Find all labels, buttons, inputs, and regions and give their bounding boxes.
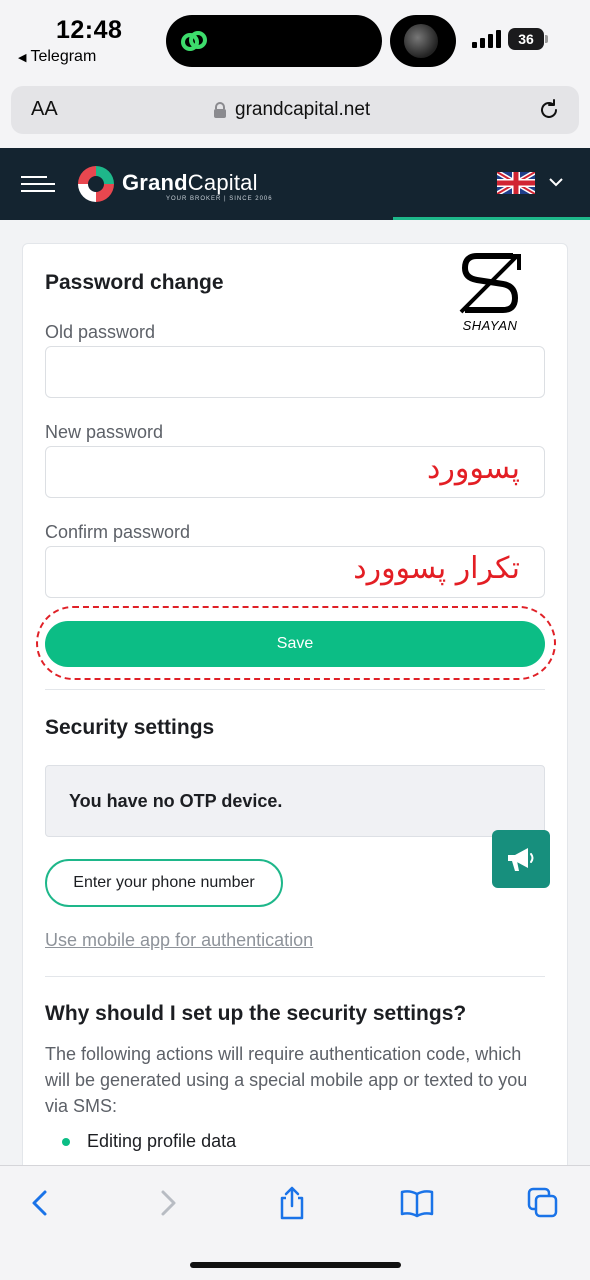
save-button[interactable]: Save	[45, 621, 545, 667]
old-password-input[interactable]	[45, 346, 545, 398]
enter-phone-button[interactable]: Enter your phone number	[45, 859, 283, 907]
announcement-button[interactable]	[492, 830, 550, 888]
site-header: GrandCapital YOUR BROKER | SINCE 2006	[0, 148, 590, 220]
share-icon[interactable]	[275, 1186, 309, 1220]
password-change-title: Password change	[45, 271, 224, 294]
new-password-input[interactable]: پسوورد	[45, 446, 545, 498]
mobile-app-auth-link[interactable]: Use mobile app for authentication	[45, 930, 313, 951]
tabs-icon[interactable]	[526, 1186, 560, 1220]
browser-toolbar	[0, 1165, 590, 1280]
now-playing-island[interactable]	[390, 15, 456, 67]
brand-name-light: Capital	[187, 170, 258, 195]
confirm-password-label: Confirm password	[45, 522, 191, 542]
lock-icon	[214, 102, 226, 118]
shayan-watermark: SHAYAN	[455, 248, 525, 336]
back-app-label: Telegram	[30, 48, 97, 65]
brand-name-bold: Grand	[122, 170, 188, 195]
album-art-icon	[404, 24, 438, 58]
bullet-dot-icon	[62, 1138, 70, 1146]
home-indicator[interactable]	[190, 1262, 401, 1268]
text-size-button[interactable]: AA	[31, 98, 58, 121]
address-bar[interactable]: AA grandcapital.net	[11, 86, 579, 134]
link-icon	[181, 31, 207, 51]
grandcapital-logo-icon[interactable]	[76, 164, 116, 204]
brand-tagline: YOUR BROKER | SINCE 2006	[166, 196, 273, 202]
new-password-label: New password	[45, 422, 164, 442]
list-item: Editing profile data	[87, 1131, 237, 1151]
new-password-annotation: پسوورد	[427, 451, 520, 486]
settings-card: Password change SHAYAN Old password New …	[22, 243, 568, 1243]
otp-status-box: You have no OTP device.	[45, 765, 545, 837]
battery-icon: 36	[508, 28, 548, 50]
megaphone-icon	[508, 848, 534, 871]
otp-message: You have no OTP device.	[69, 791, 283, 811]
browser-address-area: AA grandcapital.net	[0, 82, 590, 148]
watermark-logo-icon	[459, 253, 521, 314]
confirm-password-input[interactable]: تکرار پسوورد	[45, 546, 545, 598]
confirm-password-annotation: تکرار پسوورد	[353, 551, 520, 586]
watermark-text: SHAYAN	[462, 318, 518, 333]
status-bar: 12:48 ◀ Telegram 36	[0, 0, 590, 82]
why-security-description: The following actions will require authe…	[45, 1044, 528, 1116]
why-security-title: Why should I set up the security setting…	[45, 1002, 467, 1025]
back-icon[interactable]	[24, 1186, 58, 1220]
uk-flag-icon[interactable]	[497, 172, 535, 194]
page-progress-bar	[393, 217, 590, 220]
url-domain[interactable]: grandcapital.net	[235, 99, 370, 121]
section-divider	[45, 689, 545, 690]
brand-name[interactable]: GrandCapital	[122, 170, 258, 196]
dynamic-island[interactable]	[166, 15, 382, 67]
status-time: 12:48	[56, 16, 123, 44]
bookmarks-icon[interactable]	[400, 1186, 434, 1220]
section-divider	[45, 976, 545, 977]
back-triangle-icon: ◀	[18, 52, 27, 64]
security-settings-title: Security settings	[45, 716, 215, 739]
back-to-app-link[interactable]: ◀ Telegram	[18, 48, 96, 66]
forward-icon[interactable]	[150, 1186, 184, 1220]
battery-level: 36	[508, 28, 544, 50]
old-password-label: Old password	[45, 322, 156, 342]
menu-icon[interactable]	[21, 176, 55, 192]
reload-icon[interactable]	[537, 98, 561, 122]
chevron-down-icon[interactable]	[548, 176, 564, 188]
cellular-signal-icon	[472, 30, 501, 48]
